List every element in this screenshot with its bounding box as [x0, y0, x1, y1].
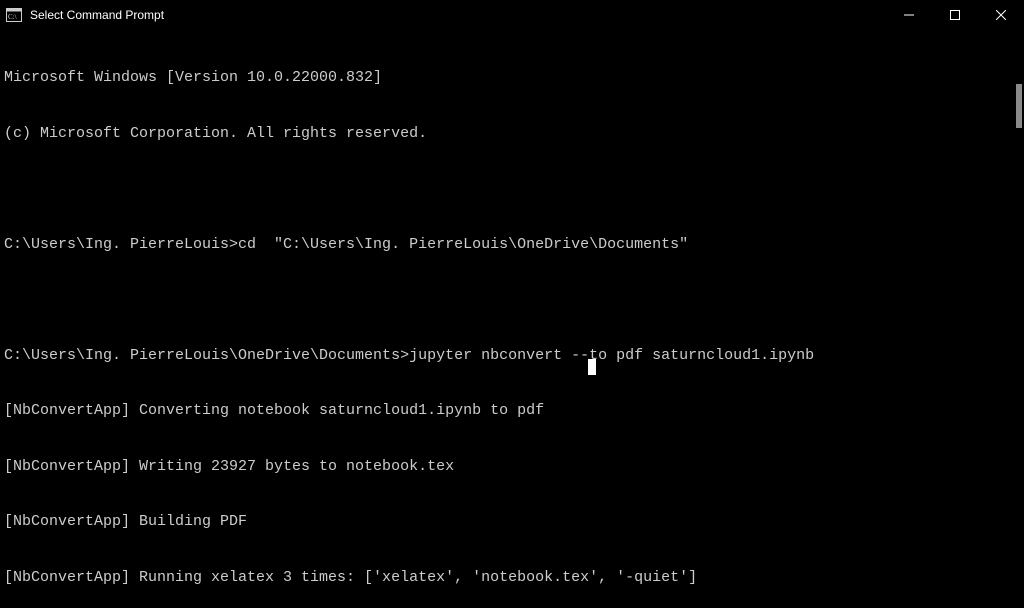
terminal-line: C:\Users\Ing. PierreLouis>cd "C:\Users\I…	[4, 236, 1020, 255]
terminal-output[interactable]: Microsoft Windows [Version 10.0.22000.83…	[0, 30, 1024, 608]
maximize-button[interactable]	[932, 0, 978, 30]
terminal-line: [NbConvertApp] Writing 23927 bytes to no…	[4, 458, 1020, 477]
terminal-line: (c) Microsoft Corporation. All rights re…	[4, 125, 1020, 144]
terminal-line	[4, 180, 1020, 199]
window-title: Select Command Prompt	[30, 8, 164, 22]
close-button[interactable]	[978, 0, 1024, 30]
titlebar[interactable]: C:\ Select Command Prompt	[0, 0, 1024, 30]
terminal-line: [NbConvertApp] Running xelatex 3 times: …	[4, 569, 1020, 588]
scrollbar-thumb[interactable]	[1016, 84, 1022, 128]
text-cursor	[588, 359, 596, 375]
terminal-line: [NbConvertApp] Building PDF	[4, 513, 1020, 532]
terminal-line: [NbConvertApp] Converting notebook satur…	[4, 402, 1020, 421]
command-prompt-window: C:\ Select Command Prompt Microsoft Wind…	[0, 0, 1024, 608]
terminal-line: C:\Users\Ing. PierreLouis\OneDrive\Docum…	[4, 347, 1020, 366]
svg-text:C:\: C:\	[8, 13, 17, 21]
cmd-icon: C:\	[6, 7, 22, 23]
scrollbar-track[interactable]	[1010, 30, 1024, 608]
minimize-button[interactable]	[886, 0, 932, 30]
terminal-line	[4, 291, 1020, 310]
terminal-line: Microsoft Windows [Version 10.0.22000.83…	[4, 69, 1020, 88]
